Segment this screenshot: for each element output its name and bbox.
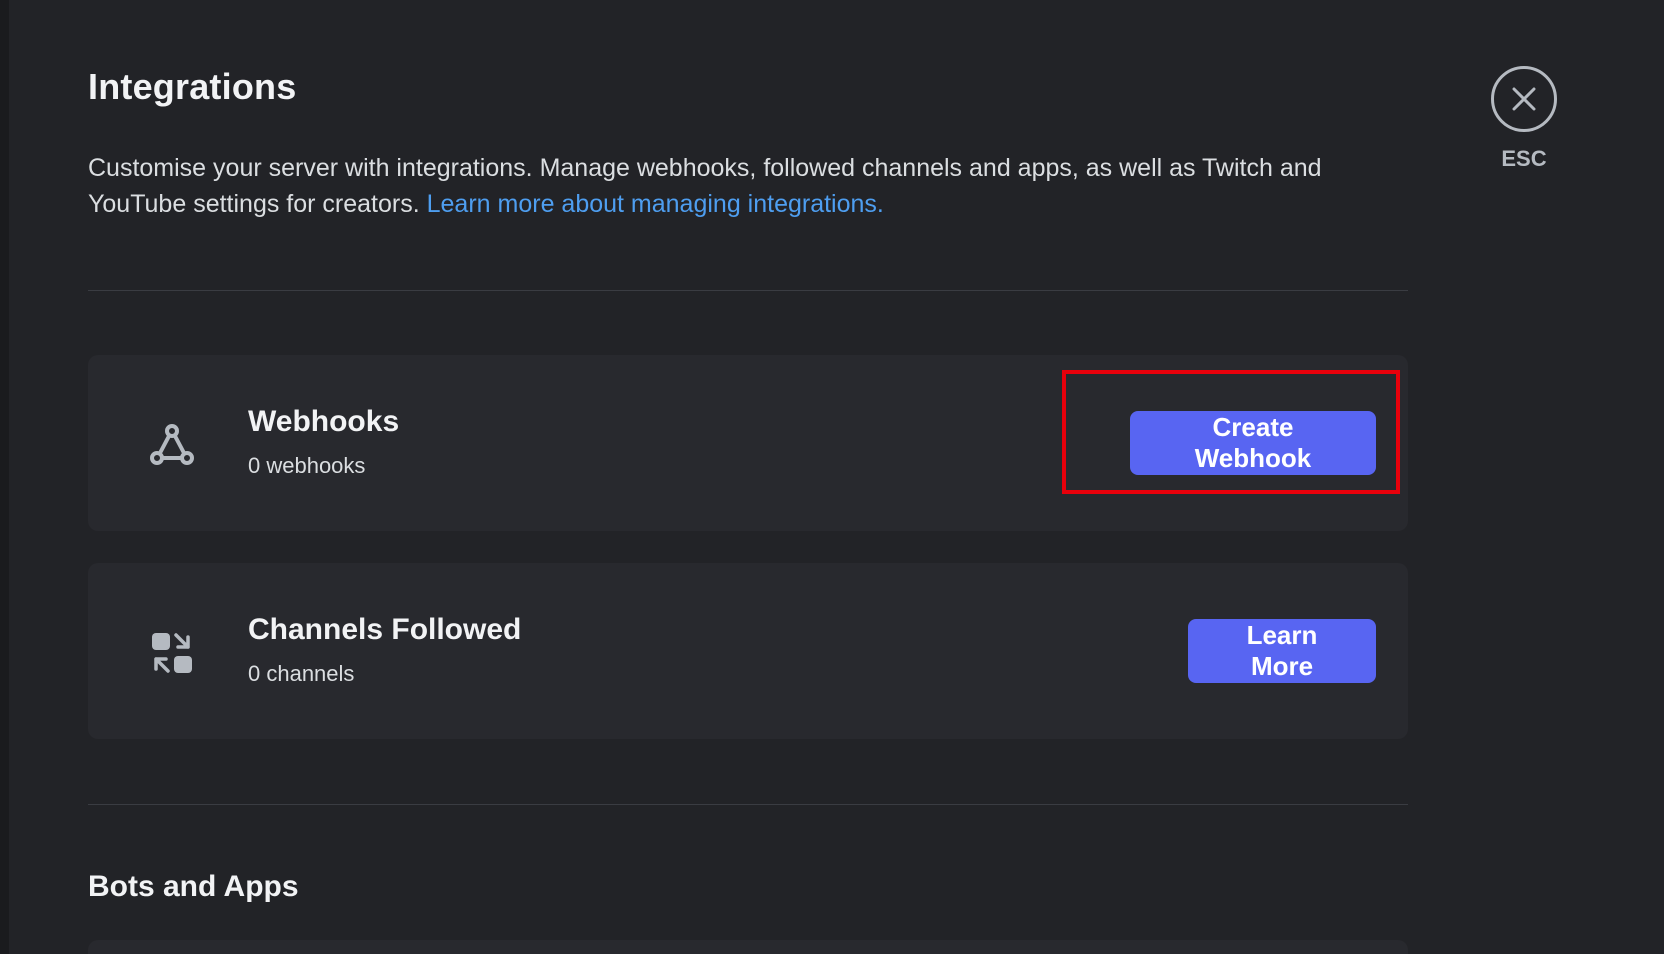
channels-followed-icon [142, 623, 202, 683]
webhook-icon [142, 415, 202, 475]
page-description: Customise your server with integrations.… [88, 150, 1408, 222]
close-button[interactable] [1491, 66, 1557, 132]
integrations-page: Integrations Customise your server with … [0, 0, 1664, 954]
channels-followed-card[interactable]: Channels Followed 0 channels Learn More [88, 563, 1408, 739]
close-icon [1512, 87, 1536, 111]
sidebar-edge [0, 0, 9, 954]
webhooks-title: Webhooks [248, 405, 400, 438]
webhooks-count: 0 webhooks [248, 453, 366, 478]
channels-followed-count: 0 channels [248, 661, 355, 686]
divider [88, 290, 1408, 291]
page-title: Integrations [88, 66, 297, 107]
close-control[interactable]: ESC [1488, 66, 1560, 172]
bots-and-apps-title: Bots and Apps [88, 870, 299, 903]
bots-and-apps-card [88, 940, 1408, 954]
create-webhook-button[interactable]: Create Webhook [1130, 411, 1376, 475]
channels-followed-title: Channels Followed [248, 613, 522, 646]
divider [88, 804, 1408, 805]
esc-label: ESC [1501, 146, 1547, 171]
webhooks-card[interactable]: Webhooks 0 webhooks Create Webhook [88, 355, 1408, 531]
learn-more-integrations-link[interactable]: Learn more about managing integrations. [427, 190, 884, 218]
learn-more-button[interactable]: Learn More [1188, 619, 1376, 683]
